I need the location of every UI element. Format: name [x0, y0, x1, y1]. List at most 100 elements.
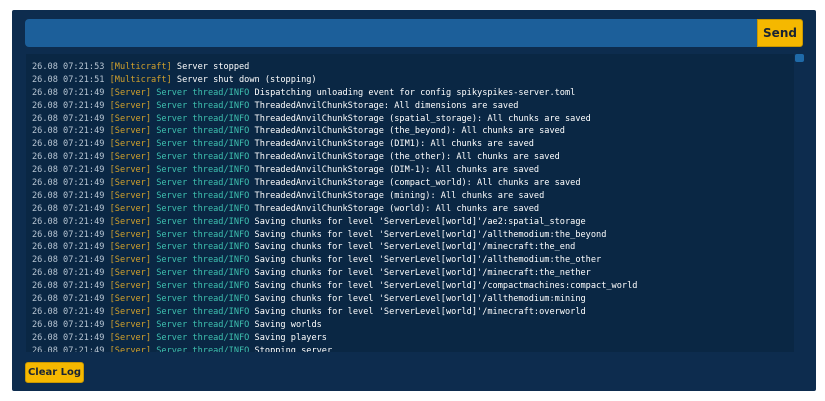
log-timestamp: 26.08 07:21:49 — [32, 294, 105, 305]
log-source: [Server] — [109, 216, 152, 227]
log-line: 26.08 07:21:49 [Server] Server thread/IN… — [32, 190, 794, 203]
log-thread: Server thread/INFO — [156, 281, 250, 292]
log-source: [Server] — [109, 242, 152, 253]
log-message: Saving chunks for level 'ServerLevel[wor… — [254, 242, 576, 253]
log-line: 26.08 07:21:49 [Server] Server thread/IN… — [32, 125, 794, 138]
log-message: ThreadedAnvilChunkStorage (compact_world… — [254, 178, 581, 189]
log-message: Saving worlds — [254, 319, 322, 330]
log-line: 26.08 07:21:49 [Server] Server thread/IN… — [32, 306, 794, 319]
log-source: [Server] — [109, 306, 152, 317]
log-timestamp: 26.08 07:21:49 — [32, 113, 105, 124]
log-source: [Server] — [109, 100, 152, 111]
log-thread: Server thread/INFO — [156, 126, 250, 137]
log-source: [Server] — [109, 190, 152, 201]
log-line: 26.08 07:21:49 [Server] Server thread/IN… — [32, 203, 794, 216]
log-source: [Server] — [109, 203, 152, 214]
clear-log-button[interactable]: Clear Log — [25, 362, 84, 383]
log-source: [Server] — [109, 319, 152, 330]
log-thread: Server thread/INFO — [156, 178, 250, 189]
log-message: ThreadedAnvilChunkStorage (world): All c… — [254, 203, 540, 214]
log-timestamp: 26.08 07:21:49 — [32, 87, 105, 98]
log-timestamp: 26.08 07:21:49 — [32, 281, 105, 292]
log-line: 26.08 07:21:49 [Server] Server thread/IN… — [32, 293, 794, 306]
log-source: [Server] — [109, 165, 152, 176]
log-line: 26.08 07:21:51 [Multicraft] Server shut … — [32, 74, 794, 87]
log-line: 26.08 07:21:49 [Server] Server thread/IN… — [32, 319, 794, 332]
log-source: [Server] — [109, 345, 152, 352]
log-message: Saving chunks for level 'ServerLevel[wor… — [254, 216, 586, 227]
log-thread: Server thread/INFO — [156, 294, 250, 305]
send-button[interactable]: Send — [757, 19, 803, 47]
log-thread: Server thread/INFO — [156, 139, 250, 150]
log-line: 26.08 07:21:49 [Server] Server thread/IN… — [32, 332, 794, 345]
log-message: Saving chunks for level 'ServerLevel[wor… — [254, 281, 638, 292]
log-source: [Server] — [109, 152, 152, 163]
log-line: 26.08 07:21:49 [Server] Server thread/IN… — [32, 151, 794, 164]
log-timestamp: 26.08 07:21:51 — [32, 74, 105, 85]
log-timestamp: 26.08 07:21:49 — [32, 203, 105, 214]
scrollbar-thumb[interactable] — [795, 54, 804, 62]
log-timestamp: 26.08 07:21:49 — [32, 100, 105, 111]
log-timestamp: 26.08 07:21:49 — [32, 319, 105, 330]
log-line: 26.08 07:21:49 [Server] Server thread/IN… — [32, 87, 794, 100]
log-line: 26.08 07:21:49 [Server] Server thread/IN… — [32, 267, 794, 280]
log-message: ThreadedAnvilChunkStorage: All dimension… — [254, 100, 519, 111]
log-source: [Server] — [109, 178, 152, 189]
log-thread: Server thread/INFO — [156, 345, 250, 352]
log-message: Dispatching unloading event for config s… — [254, 87, 576, 98]
log-timestamp: 26.08 07:21:49 — [32, 178, 105, 189]
log-lines: 26.08 07:21:53 [Multicraft] Server stopp… — [26, 54, 794, 352]
log-message: Server shut down (stopping) — [176, 74, 317, 85]
log-source: [Server] — [109, 87, 152, 98]
log-source: [Server] — [109, 294, 152, 305]
log-timestamp: 26.08 07:21:49 — [32, 345, 105, 352]
log-timestamp: 26.08 07:21:49 — [32, 139, 105, 150]
command-input[interactable] — [25, 19, 757, 47]
log-line: 26.08 07:21:49 [Server] Server thread/IN… — [32, 177, 794, 190]
log-line: 26.08 07:21:49 [Server] Server thread/IN… — [32, 229, 794, 242]
log-thread: Server thread/INFO — [156, 332, 250, 343]
log-timestamp: 26.08 07:21:49 — [32, 216, 105, 227]
log-timestamp: 26.08 07:21:49 — [32, 190, 105, 201]
log-thread: Server thread/INFO — [156, 268, 250, 279]
log-message: Saving chunks for level 'ServerLevel[wor… — [254, 306, 586, 317]
log-source: [Server] — [109, 229, 152, 240]
log-console[interactable]: 26.08 07:21:53 [Multicraft] Server stopp… — [26, 54, 794, 352]
log-thread: Server thread/INFO — [156, 100, 250, 111]
log-message: ThreadedAnvilChunkStorage (DIM-1): All c… — [254, 165, 540, 176]
command-bar: Send — [25, 19, 803, 47]
log-thread: Server thread/INFO — [156, 165, 250, 176]
log-message: Saving chunks for level 'ServerLevel[wor… — [254, 229, 607, 240]
log-message: Stopping server — [254, 345, 333, 352]
log-message: ThreadedAnvilChunkStorage (the_beyond): … — [254, 126, 565, 137]
log-timestamp: 26.08 07:21:49 — [32, 165, 105, 176]
log-thread: Server thread/INFO — [156, 319, 250, 330]
log-thread: Server thread/INFO — [156, 203, 250, 214]
log-timestamp: 26.08 07:21:49 — [32, 126, 105, 137]
log-line: 26.08 07:21:49 [Server] Server thread/IN… — [32, 100, 794, 113]
log-source: [Server] — [109, 255, 152, 266]
log-timestamp: 26.08 07:21:49 — [32, 229, 105, 240]
log-message: Saving chunks for level 'ServerLevel[wor… — [254, 255, 602, 266]
log-source: [Server] — [109, 332, 152, 343]
log-thread: Server thread/INFO — [156, 255, 250, 266]
log-source: [Server] — [109, 268, 152, 279]
log-source: [Server] — [109, 281, 152, 292]
log-message: Server stopped — [176, 62, 250, 72]
log-line: 26.08 07:21:49 [Server] Server thread/IN… — [32, 241, 794, 254]
log-timestamp: 26.08 07:21:49 — [32, 306, 105, 317]
log-line: 26.08 07:21:49 [Server] Server thread/IN… — [32, 345, 794, 352]
log-thread: Server thread/INFO — [156, 242, 250, 253]
log-message: Saving chunks for level 'ServerLevel[wor… — [254, 294, 586, 305]
log-line: 26.08 07:21:49 [Server] Server thread/IN… — [32, 113, 794, 126]
log-timestamp: 26.08 07:21:53 — [32, 62, 105, 72]
log-thread: Server thread/INFO — [156, 190, 250, 201]
log-thread: Server thread/INFO — [156, 229, 250, 240]
log-thread: Server thread/INFO — [156, 152, 250, 163]
log-timestamp: 26.08 07:21:49 — [32, 332, 105, 343]
log-source: [Multicraft] — [109, 62, 172, 72]
log-thread: Server thread/INFO — [156, 216, 250, 227]
log-timestamp: 26.08 07:21:49 — [32, 268, 105, 279]
log-line: 26.08 07:21:49 [Server] Server thread/IN… — [32, 138, 794, 151]
log-line: 26.08 07:21:49 [Server] Server thread/IN… — [32, 164, 794, 177]
